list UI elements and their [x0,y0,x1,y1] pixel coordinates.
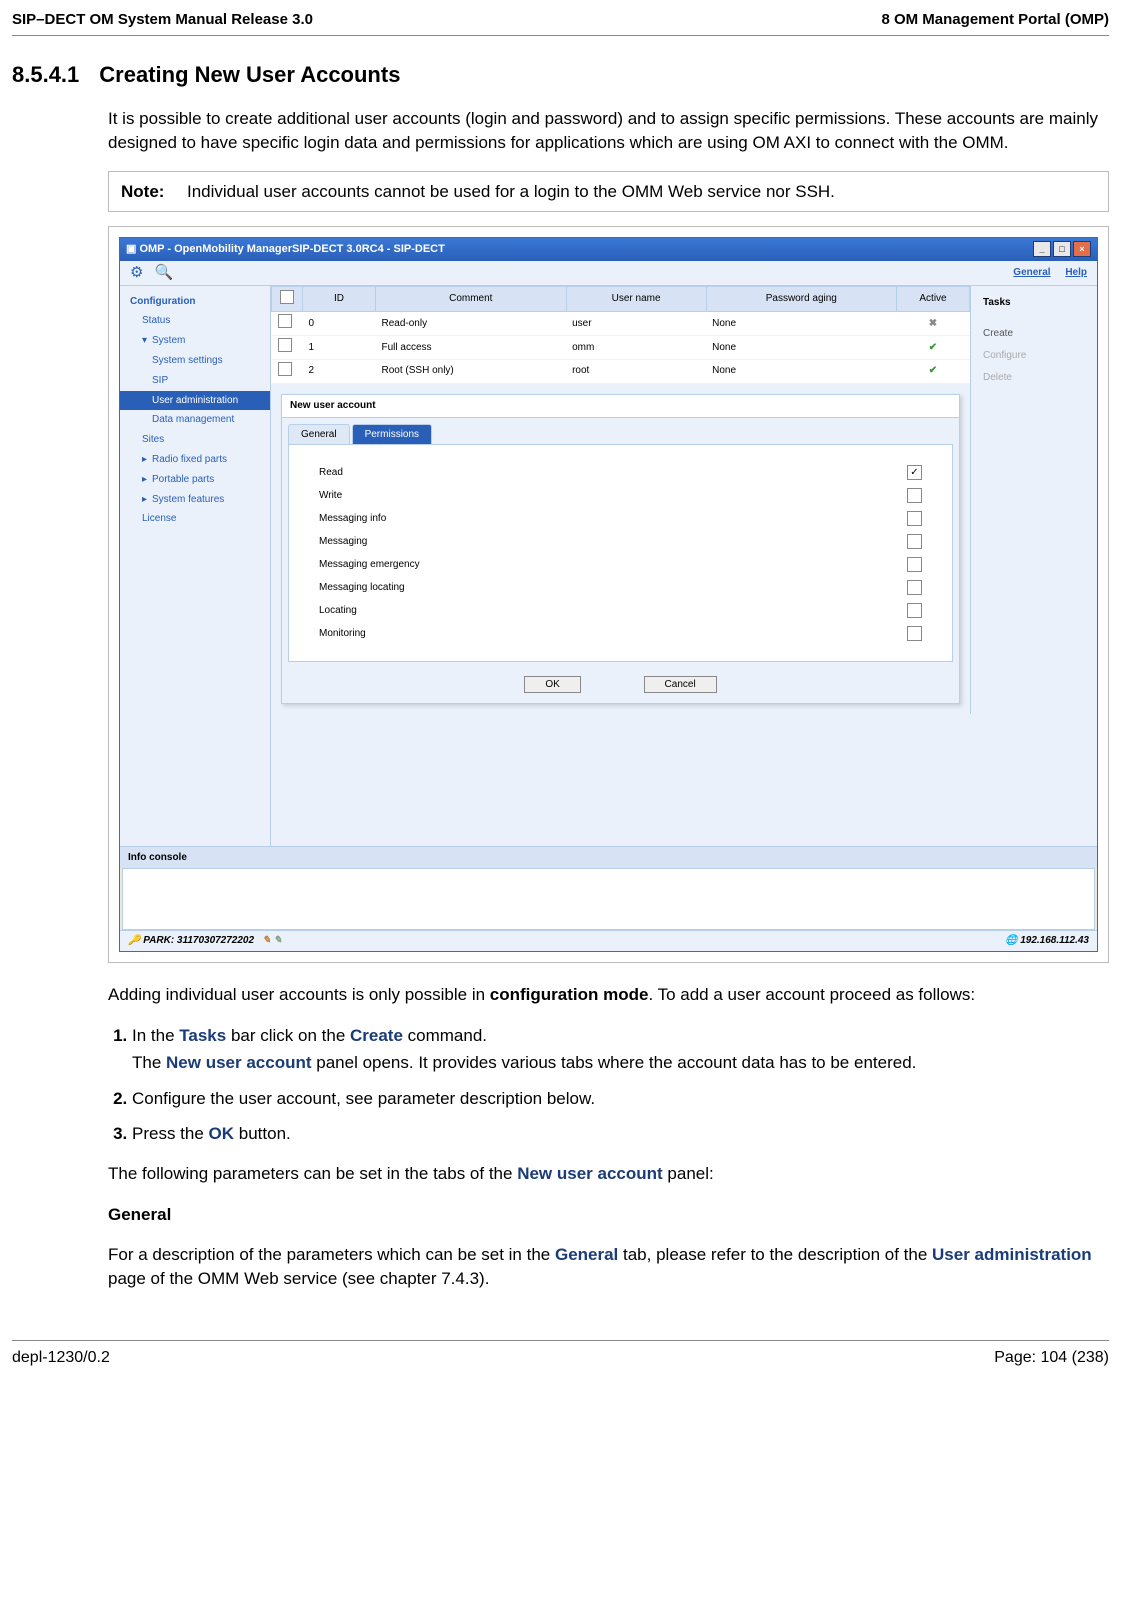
col-username[interactable]: User name [566,286,706,312]
nav-sites[interactable]: Sites [120,430,270,450]
search-icon[interactable]: 🔍 [155,264,173,282]
active-icon: ✔ [929,365,937,376]
row-checkbox[interactable] [278,314,292,328]
step-1: In the Tasks bar click on the Create com… [132,1024,1109,1075]
section-number: 8.5.4.1 [12,60,79,90]
checkbox[interactable] [907,580,922,595]
col-active[interactable]: Active [897,286,970,312]
note-box: Note: Individual user accounts cannot be… [108,171,1109,212]
step-3: Press the OK button. [132,1122,1109,1145]
ok-button[interactable]: OK [524,676,580,693]
perm-read: Read✓ [319,465,922,480]
nav-system-features[interactable]: ▸System features [120,490,270,510]
checkbox[interactable] [907,511,922,526]
perm-write: Write [319,488,922,503]
active-icon: ✔ [929,342,937,353]
col-comment[interactable]: Comment [376,286,567,312]
tasks-header: Tasks [979,292,1089,314]
pencil-icon[interactable]: ✎ [262,935,270,946]
maximize-icon[interactable]: □ [1053,241,1071,257]
perm-messaging: Messaging [319,534,922,549]
nav-radio-fixed-parts[interactable]: ▸Radio fixed parts [120,450,270,470]
checkbox[interactable] [907,626,922,641]
row-checkbox[interactable] [278,338,292,352]
nav-data-management[interactable]: Data management [120,410,270,430]
checkbox[interactable] [907,488,922,503]
row-checkbox[interactable] [278,362,292,376]
para-general-desc: For a description of the parameters whic… [108,1243,1109,1290]
step-2: Configure the user account, see paramete… [132,1087,1109,1110]
nav-status[interactable]: Status [120,311,270,331]
nav-system[interactable]: ▾System [120,331,270,351]
window-title: ▣ OMP - OpenMobility ManagerSIP-DECT 3.0… [126,242,445,257]
perm-locating: Locating [319,603,922,618]
info-console-header[interactable]: Info console [120,846,1097,869]
info-console-body [122,868,1095,930]
subhead-general: General [108,1205,171,1224]
nav-user-administration[interactable]: User administration [120,391,270,411]
tab-general[interactable]: General [288,424,350,445]
nav-system-settings[interactable]: System settings [120,351,270,371]
gear-icon[interactable]: ⚙ [130,264,148,282]
task-configure[interactable]: Configure [979,345,1089,367]
section-heading: 8.5.4.1 Creating New User Accounts [12,60,1109,90]
table-row[interactable]: 2Root (SSH only)rootNone✔ [272,359,970,383]
doc-header-left: SIP–DECT OM System Manual Release 3.0 [12,10,313,31]
cancel-button[interactable]: Cancel [644,676,717,693]
table-row[interactable]: 0Read-onlyuserNone✖ [272,312,970,336]
checkbox[interactable]: ✓ [907,465,922,480]
nav-license[interactable]: License [120,509,270,529]
window-controls[interactable]: _□× [1031,241,1091,257]
panel-title: New user account [282,395,959,418]
note-text: Individual user accounts cannot be used … [187,180,1096,203]
para-followup: The following parameters can be set in t… [108,1162,1109,1185]
section-title: Creating New User Accounts [99,62,400,87]
tab-permissions[interactable]: Permissions [352,424,432,445]
menu-help[interactable]: Help [1065,267,1087,278]
nav-sip[interactable]: SIP [120,371,270,391]
task-delete[interactable]: Delete [979,367,1089,389]
footer-right: Page: 104 (238) [994,1347,1109,1369]
user-table: ID Comment User name Password aging Acti… [271,286,970,384]
pencil2-icon[interactable]: ✎ [274,935,282,946]
checkbox[interactable] [907,534,922,549]
checkbox[interactable] [907,603,922,618]
screenshot-frame: ▣ OMP - OpenMobility ManagerSIP-DECT 3.0… [108,226,1109,963]
close-icon[interactable]: × [1073,241,1091,257]
menu-general[interactable]: General [1013,267,1050,278]
header-checkbox[interactable] [280,290,294,304]
nav-portable-parts[interactable]: ▸Portable parts [120,470,270,490]
para-config-mode: Adding individual user accounts is only … [108,983,1109,1006]
checkbox[interactable] [907,557,922,572]
perm-messaging-emergency: Messaging emergency [319,557,922,572]
omp-window: ▣ OMP - OpenMobility ManagerSIP-DECT 3.0… [119,237,1098,952]
table-row[interactable]: 1Full accessommNone✔ [272,336,970,360]
task-create[interactable]: Create [979,323,1089,345]
perm-monitoring: Monitoring [319,626,922,641]
col-password-aging[interactable]: Password aging [706,286,896,312]
perm-messaging-locating: Messaging locating [319,580,922,595]
new-user-panel: New user account General Permissions Rea… [281,394,960,705]
minimize-icon[interactable]: _ [1033,241,1051,257]
status-ip: 🌐 192.168.112.43 [1005,934,1089,948]
perm-messaging-info: Messaging info [319,511,922,526]
sidebar-nav: Configuration Status ▾System System sett… [120,286,271,846]
footer-left: depl-1230/0.2 [12,1347,110,1369]
note-label: Note: [121,180,187,203]
doc-header-right: 8 OM Management Portal (OMP) [881,10,1109,31]
intro-paragraph: It is possible to create additional user… [108,107,1109,154]
tasks-panel: Tasks Create Configure Delete [970,286,1097,715]
col-id[interactable]: ID [303,286,376,312]
inactive-icon: ✖ [929,318,937,329]
status-park: 🔑 PARK: 31170307272202 ✎ ✎ [128,934,282,948]
nav-header: Configuration [120,292,270,312]
